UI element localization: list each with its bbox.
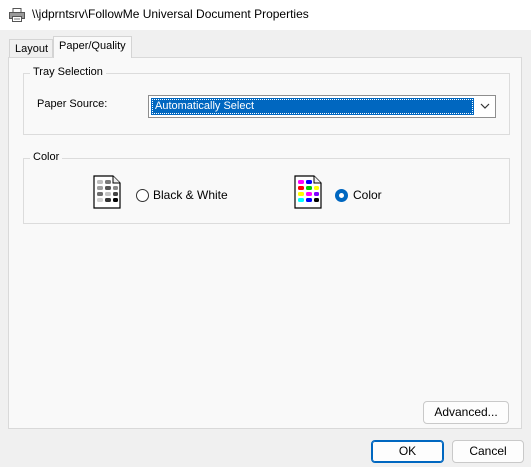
color-radio[interactable] — [335, 189, 348, 202]
color-group: Color Black & White Color — [23, 151, 510, 224]
cancel-button[interactable]: Cancel — [452, 440, 524, 463]
black-white-radio[interactable] — [136, 189, 149, 202]
title-bar: \\jdprntsrv\FollowMe Universal Document … — [0, 0, 531, 30]
ok-button[interactable]: OK — [371, 440, 444, 463]
tab-layout-label: Layout — [15, 43, 49, 55]
tab-paper-quality-label: Paper/Quality — [59, 40, 126, 52]
tab-paper-quality[interactable]: Paper/Quality — [53, 36, 132, 58]
paper-quality-panel: Tray Selection Paper Source: Automatical… — [8, 57, 522, 429]
color-page-icon — [294, 175, 322, 209]
advanced-button[interactable]: Advanced... — [423, 401, 509, 424]
paper-source-label: Paper Source: — [37, 98, 108, 110]
black-white-radio-label[interactable]: Black & White — [153, 188, 228, 202]
tray-selection-group-label: Tray Selection — [30, 66, 106, 78]
tab-layout[interactable]: Layout — [9, 39, 53, 57]
color-radio-label[interactable]: Color — [353, 188, 382, 202]
chevron-down-icon — [480, 103, 490, 109]
tray-selection-group: Tray Selection Paper Source: Automatical… — [23, 66, 510, 135]
black-white-page-icon — [93, 175, 121, 209]
paper-source-select[interactable]: Automatically Select — [148, 95, 496, 118]
color-group-label: Color — [30, 151, 63, 163]
printer-icon — [9, 8, 25, 22]
window-title: \\jdprntsrv\FollowMe Universal Document … — [32, 7, 309, 21]
paper-source-selected-value: Automatically Select — [151, 98, 474, 115]
